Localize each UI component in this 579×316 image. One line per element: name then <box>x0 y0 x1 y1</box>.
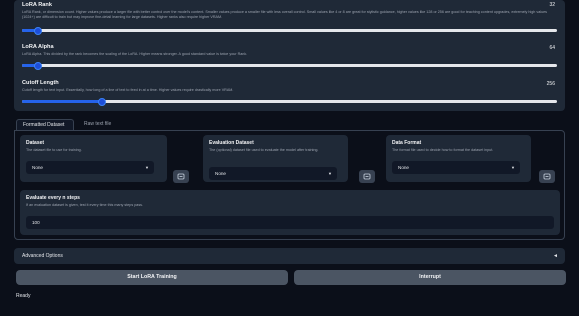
chevron-down-icon: ▼ <box>511 165 515 170</box>
lora-rank-slider-thumb[interactable] <box>34 26 43 35</box>
eval-steps-card: Evaluate every n steps If an evaluation … <box>20 190 560 235</box>
data-format-dropdown[interactable]: None ▼ <box>392 161 520 174</box>
start-lora-training-button[interactable]: Start LoRA Training <box>16 270 288 285</box>
dataset-description: The dataset file to use for training. <box>26 148 82 152</box>
eval-dataset-description: The (optional) dataset file used to eval… <box>209 148 319 152</box>
lora-alpha-slider[interactable] <box>22 61 557 70</box>
data-format-card: Data Format The format file used to deci… <box>386 135 531 182</box>
eval-dataset-title: Evaluation Dataset <box>209 140 254 146</box>
eval-dataset-dropdown[interactable]: None ▼ <box>209 167 337 180</box>
lora-alpha-slider-thumb[interactable] <box>34 61 43 70</box>
lora-rank-slider-block: LoRA Rank 32 LoRA Rank, or dimension cou… <box>14 0 565 36</box>
dataset-title: Dataset <box>26 140 45 146</box>
eval-dataset-card: Evaluation Dataset The (optional) datase… <box>203 135 348 182</box>
chevron-down-icon: ▼ <box>328 171 332 176</box>
chevron-left-icon: ◄ <box>553 253 558 259</box>
interrupt-button[interactable]: Interrupt <box>294 270 566 285</box>
dataset-refresh-button[interactable] <box>173 170 189 183</box>
chevron-down-icon: ▼ <box>145 165 149 170</box>
refresh-icon <box>363 173 371 180</box>
refresh-icon <box>543 173 551 180</box>
cutoff-length-slider-block: Cutoff Length 256 Cutoff length for text… <box>14 76 565 106</box>
lora-rank-value[interactable]: 32 <box>533 1 555 10</box>
training-params-panel: LoRA Rank 32 LoRA Rank, or dimension cou… <box>14 0 565 111</box>
cutoff-length-slider[interactable] <box>22 97 557 106</box>
eval-dataset-refresh-button[interactable] <box>359 170 375 183</box>
lora-alpha-title: LoRA Alpha <box>22 44 54 50</box>
cutoff-length-slider-fill <box>22 100 103 103</box>
status-text: Ready <box>16 293 31 299</box>
cutoff-length-title: Cutoff Length <box>22 80 59 86</box>
eval-steps-input[interactable]: 100 <box>26 216 554 229</box>
refresh-icon <box>177 173 185 180</box>
advanced-options-label: Advanced Options <box>22 253 63 259</box>
data-format-selected: None <box>398 165 409 170</box>
eval-steps-description: If an evaluation dataset is given, test … <box>26 203 144 207</box>
data-format-description: The format file used to decide how to fo… <box>392 148 494 152</box>
tab-formatted-dataset[interactable]: Formatted Dataset <box>16 119 74 130</box>
lora-alpha-slider-block: LoRA Alpha 64 LoRA Alpha. This divided b… <box>14 40 565 70</box>
eval-steps-title: Evaluate every n steps <box>26 195 80 201</box>
cutoff-length-description: Cutoff length for text input. Essentiall… <box>22 88 234 92</box>
formatted-dataset-panel: Dataset The dataset file to use for trai… <box>14 130 565 240</box>
dataset-card: Dataset The dataset file to use for trai… <box>20 135 167 182</box>
data-format-title: Data Format <box>392 140 422 146</box>
tab-raw-text-file[interactable]: Raw text file <box>78 119 126 130</box>
dataset-dropdown[interactable]: None ▼ <box>26 161 154 174</box>
lora-rank-description: LoRA Rank, or dimension count. Higher va… <box>22 10 548 19</box>
cutoff-length-slider-thumb[interactable] <box>98 97 107 106</box>
lora-rank-slider[interactable] <box>22 26 557 35</box>
lora-rank-title: LoRA Rank <box>22 2 52 8</box>
eval-dataset-selected: None <box>215 171 226 176</box>
dataset-selected: None <box>32 165 43 170</box>
lora-alpha-description: LoRA Alpha. This divided by the rank bec… <box>22 52 248 56</box>
advanced-options-accordion[interactable]: Advanced Options ◄ <box>14 248 565 264</box>
data-format-refresh-button[interactable] <box>539 170 555 183</box>
